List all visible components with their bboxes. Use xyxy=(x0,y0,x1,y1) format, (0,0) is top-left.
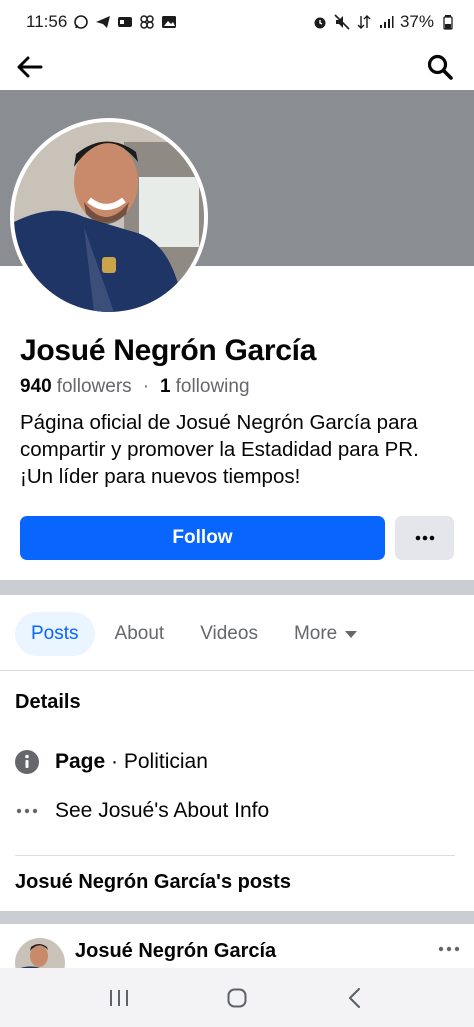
status-left: 11:56 xyxy=(26,12,177,32)
profile-picture[interactable] xyxy=(10,118,208,316)
section-divider xyxy=(0,580,474,595)
more-dots-icon xyxy=(438,946,460,952)
details-divider xyxy=(15,855,455,856)
chevron-down-icon xyxy=(345,630,358,638)
stats-separator: · xyxy=(142,376,150,397)
telegram-icon xyxy=(95,14,111,30)
page-label: Page xyxy=(55,750,106,773)
search-icon[interactable] xyxy=(424,51,456,83)
pinwheel-icon xyxy=(139,14,155,30)
status-time: 11:56 xyxy=(26,12,68,31)
follow-button[interactable]: Follow xyxy=(20,516,385,560)
home-icon[interactable] xyxy=(217,978,257,1018)
profile-tabs: Posts About Videos More xyxy=(15,612,377,656)
detail-page-category: Page · Politician xyxy=(15,750,208,774)
section-divider xyxy=(0,911,474,924)
alarm-icon xyxy=(312,14,328,30)
posts-heading: Josué Negrón García's posts xyxy=(15,871,291,893)
info-icon xyxy=(15,750,39,774)
data-icon xyxy=(356,14,372,30)
tab-videos[interactable]: Videos xyxy=(184,612,274,656)
signal-icon xyxy=(378,14,394,30)
status-right: 37% xyxy=(312,12,456,32)
tab-about-label: About xyxy=(114,623,165,644)
battery-icon xyxy=(440,14,456,30)
tab-posts[interactable]: Posts xyxy=(15,612,95,656)
system-nav-bar xyxy=(0,968,474,1027)
followers-label[interactable]: followers xyxy=(57,376,132,398)
tab-more-label: More xyxy=(293,623,338,644)
tab-posts-label: Posts xyxy=(31,623,79,644)
following-label[interactable]: following xyxy=(176,376,250,398)
tab-more[interactable]: More xyxy=(278,612,373,656)
back-arrow-icon[interactable] xyxy=(14,51,46,83)
tab-about[interactable]: About xyxy=(99,612,181,656)
following-count[interactable]: 1 xyxy=(160,376,171,398)
battery-level: 37% xyxy=(399,12,434,31)
whatsapp-icon xyxy=(73,14,89,30)
details-heading: Details xyxy=(15,691,81,713)
gallery-icon xyxy=(161,14,177,30)
nav-back-icon[interactable] xyxy=(335,978,375,1018)
follow-stats: 940 followers · 1 following xyxy=(20,376,250,398)
mute-icon xyxy=(334,14,350,30)
about-link-label: See Josué's About Info xyxy=(55,799,270,822)
avatar xyxy=(14,122,204,312)
followers-count[interactable]: 940 xyxy=(20,376,52,398)
see-about-info-link[interactable]: See Josué's About Info xyxy=(15,799,269,823)
tab-videos-label: Videos xyxy=(200,623,258,644)
page-bio: Página oficial de Josué Negrón García pa… xyxy=(20,411,419,488)
messenger-icon xyxy=(117,14,133,30)
more-options-button[interactable] xyxy=(395,516,454,560)
page-category: · Politician xyxy=(105,750,208,773)
recents-icon[interactable] xyxy=(99,978,139,1018)
top-app-bar xyxy=(0,44,474,90)
more-dots-icon xyxy=(15,799,39,823)
page-title: Josué Negrón García xyxy=(20,334,317,367)
status-bar: 11:56 37% xyxy=(0,0,474,44)
post-author-name[interactable]: Josué Negrón García xyxy=(75,940,276,963)
post-options-button[interactable] xyxy=(434,938,464,960)
tabs-divider xyxy=(0,670,474,671)
more-dots-icon xyxy=(415,535,434,541)
follow-button-label: Follow xyxy=(172,527,233,548)
